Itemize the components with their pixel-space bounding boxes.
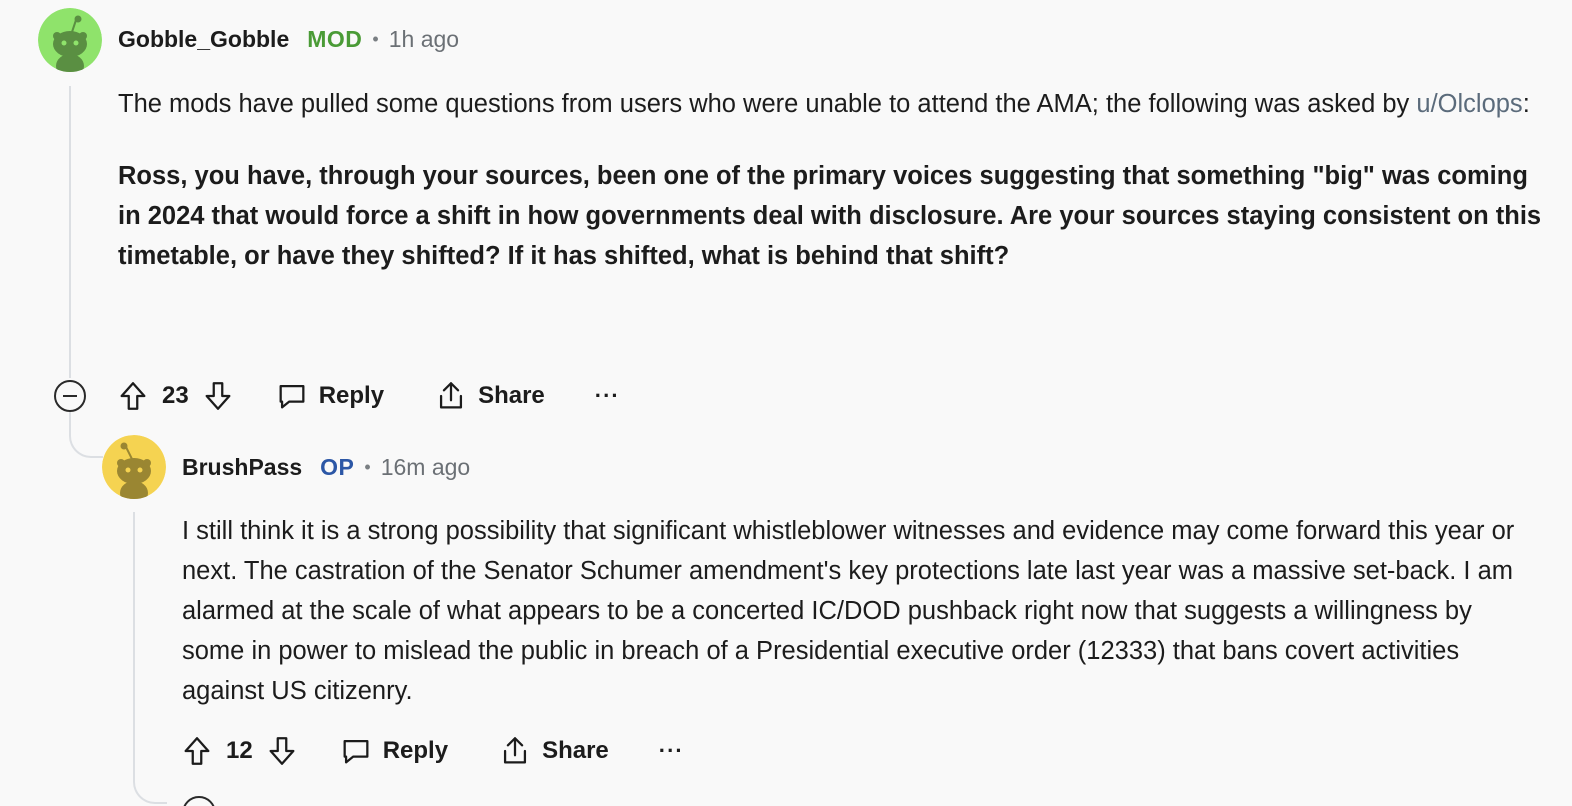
timestamp[interactable]: 1h ago (389, 26, 459, 53)
comment-body: I still think it is a strong possibility… (182, 511, 1527, 711)
share-icon (440, 382, 463, 409)
timestamp[interactable]: 16m ago (381, 454, 471, 481)
comment-icon (343, 739, 369, 764)
reply-button[interactable]: Reply (275, 379, 384, 413)
intro-paragraph: The mods have pulled some questions from… (118, 84, 1548, 124)
reply-button[interactable]: Reply (339, 734, 448, 768)
op-badge: OP (320, 454, 355, 480)
intro-text: The mods have pulled some questions from… (118, 90, 1417, 118)
collapse-button-partial[interactable] (182, 796, 216, 806)
upvote-button[interactable] (180, 734, 214, 768)
vote-count: 12 (226, 737, 253, 764)
snoo-avatar-icon (102, 435, 166, 499)
share-label: Share (542, 737, 609, 764)
mod-badge: MOD (307, 26, 363, 52)
upvote-button[interactable] (116, 379, 150, 413)
username[interactable]: BrushPass (182, 454, 302, 481)
downvote-icon (205, 382, 231, 410)
thread-line-reply[interactable] (133, 512, 135, 778)
separator-dot: • (372, 29, 379, 49)
user-link[interactable]: u/Olclops (1416, 90, 1522, 118)
comment-body: The mods have pulled some questions from… (118, 84, 1548, 276)
more-icon: ··· (658, 738, 684, 763)
downvote-button[interactable] (265, 734, 299, 768)
snoo-avatar-icon (38, 8, 102, 72)
share-icon (504, 737, 527, 764)
collapse-button[interactable] (54, 380, 86, 412)
more-icon: ··· (594, 383, 620, 408)
share-button[interactable]: Share (434, 379, 545, 413)
question-paragraph: Ross, you have, through your sources, be… (118, 162, 1542, 270)
share-button[interactable]: Share (498, 734, 609, 768)
avatar[interactable] (102, 435, 166, 499)
intro-suffix: : (1522, 90, 1530, 118)
comment-header: Gobble_Gobble MOD • 1h ago (118, 26, 459, 53)
upvote-icon (184, 737, 210, 765)
thread-branch (69, 412, 103, 458)
downvote-icon (269, 737, 295, 765)
more-options-button[interactable]: ··· (659, 738, 684, 764)
share-label: Share (478, 382, 545, 409)
avatar[interactable] (38, 8, 102, 72)
reply-label: Reply (382, 737, 449, 764)
thread-branch-next (133, 770, 167, 804)
thread-line-main[interactable] (69, 86, 71, 378)
comment-actions: 23 Reply Share ··· (116, 374, 620, 418)
reply-paragraph: I still think it is a strong possibility… (182, 517, 1515, 705)
collapse-icon (63, 395, 77, 397)
comment-header: BrushPass OP • 16m ago (182, 454, 470, 481)
more-options-button[interactable]: ··· (595, 383, 620, 409)
reply-label: Reply (318, 382, 385, 409)
downvote-button[interactable] (201, 379, 235, 413)
upvote-icon (120, 382, 146, 410)
username[interactable]: Gobble_Gobble (118, 26, 289, 53)
comment-actions: 12 Reply Share ··· (180, 729, 684, 773)
separator-dot: • (364, 457, 371, 477)
comment-icon (279, 384, 305, 409)
vote-count: 23 (162, 382, 189, 409)
